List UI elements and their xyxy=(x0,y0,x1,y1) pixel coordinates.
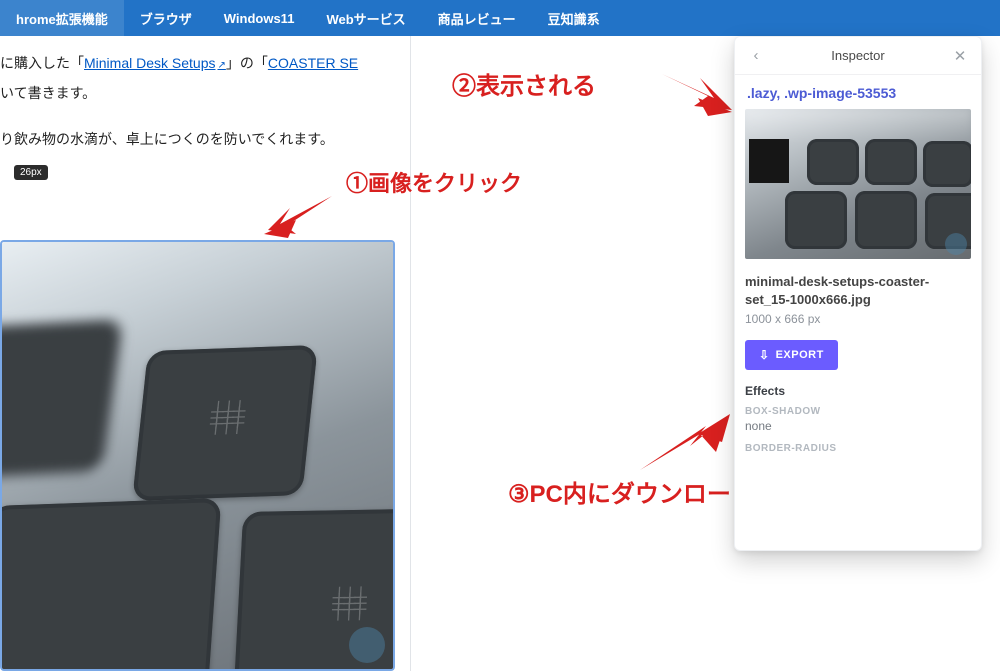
article-paragraph-1b: いて書きます。 xyxy=(0,82,395,106)
inspector-css-selector: .lazy, .wp-image-53553 xyxy=(745,83,971,109)
inspector-filename: minimal-desk-setups-coaster-set_15-1000x… xyxy=(745,273,971,308)
external-link-icon: ↗ xyxy=(218,60,226,71)
arrow-2-icon xyxy=(660,64,734,116)
coaster-photo: ┼┼┼┼┼┼┼┼┼ ┼┼┼┼┼┼┼┼┼ xyxy=(2,242,393,669)
nav-item-chrome-ext[interactable]: hrome拡張機能 xyxy=(0,0,124,36)
article-paragraph-1: に購入した「Minimal Desk Setups↗」の「COASTER SE xyxy=(0,52,395,76)
watermark-icon xyxy=(945,233,967,255)
effects-heading: Effects xyxy=(745,384,971,398)
nav-item-webservice[interactable]: Webサービス xyxy=(310,0,421,36)
top-nav: hrome拡張機能 ブラウザ Windows11 Webサービス 商品レビュー … xyxy=(0,0,1000,36)
inspector-close-button[interactable]: ✕ xyxy=(949,47,971,65)
inspector-body[interactable]: .lazy, .wp-image-53553 minimal-desk-setu… xyxy=(735,75,981,550)
prop-key-box-shadow: BOX-SHADOW xyxy=(745,406,971,417)
inspector-back-button[interactable]: ‹ xyxy=(745,47,767,64)
export-button[interactable]: ⇩ EXPORT xyxy=(745,340,838,370)
download-icon: ⇩ xyxy=(759,348,770,362)
pixel-size-badge: 26px xyxy=(14,165,48,180)
inspector-thumbnail[interactable] xyxy=(745,109,971,259)
article-column: に購入した「Minimal Desk Setups↗」の「COASTER SE … xyxy=(0,36,395,671)
link-coaster-se[interactable]: COASTER SE xyxy=(268,55,358,71)
arrow-3-icon xyxy=(636,412,732,478)
nav-item-windows11[interactable]: Windows11 xyxy=(208,0,311,36)
column-separator xyxy=(410,36,411,671)
annotation-2: ②表示される xyxy=(452,66,596,101)
article-image[interactable]: ┼┼┼┼┼┼┼┼┼ ┼┼┼┼┼┼┼┼┼ xyxy=(0,240,395,671)
inspector-panel: ‹ Inspector ✕ .lazy, .wp-image-53553 min… xyxy=(734,36,982,551)
effects-list: BOX-SHADOW none BORDER-RADIUS xyxy=(745,406,971,454)
watermark-icon xyxy=(349,627,385,663)
inspector-dimensions: 1000 x 666 px xyxy=(745,312,971,326)
prop-val-box-shadow: none xyxy=(745,419,971,433)
article-paragraph-2: り飲み物の水滴が、卓上につくのを防いでくれます。 xyxy=(0,128,395,152)
inspector-header: ‹ Inspector ✕ xyxy=(735,37,981,75)
nav-item-tips[interactable]: 豆知識系 xyxy=(532,0,616,36)
nav-item-review[interactable]: 商品レビュー xyxy=(422,0,532,36)
prop-key-border-radius: BORDER-RADIUS xyxy=(745,443,971,454)
nav-item-browser[interactable]: ブラウザ xyxy=(124,0,208,36)
annotation-3: ③PC内にダウンロード xyxy=(508,474,755,509)
inspector-title: Inspector xyxy=(767,48,949,63)
link-minimal-desk-setups[interactable]: Minimal Desk Setups↗ xyxy=(84,55,226,71)
